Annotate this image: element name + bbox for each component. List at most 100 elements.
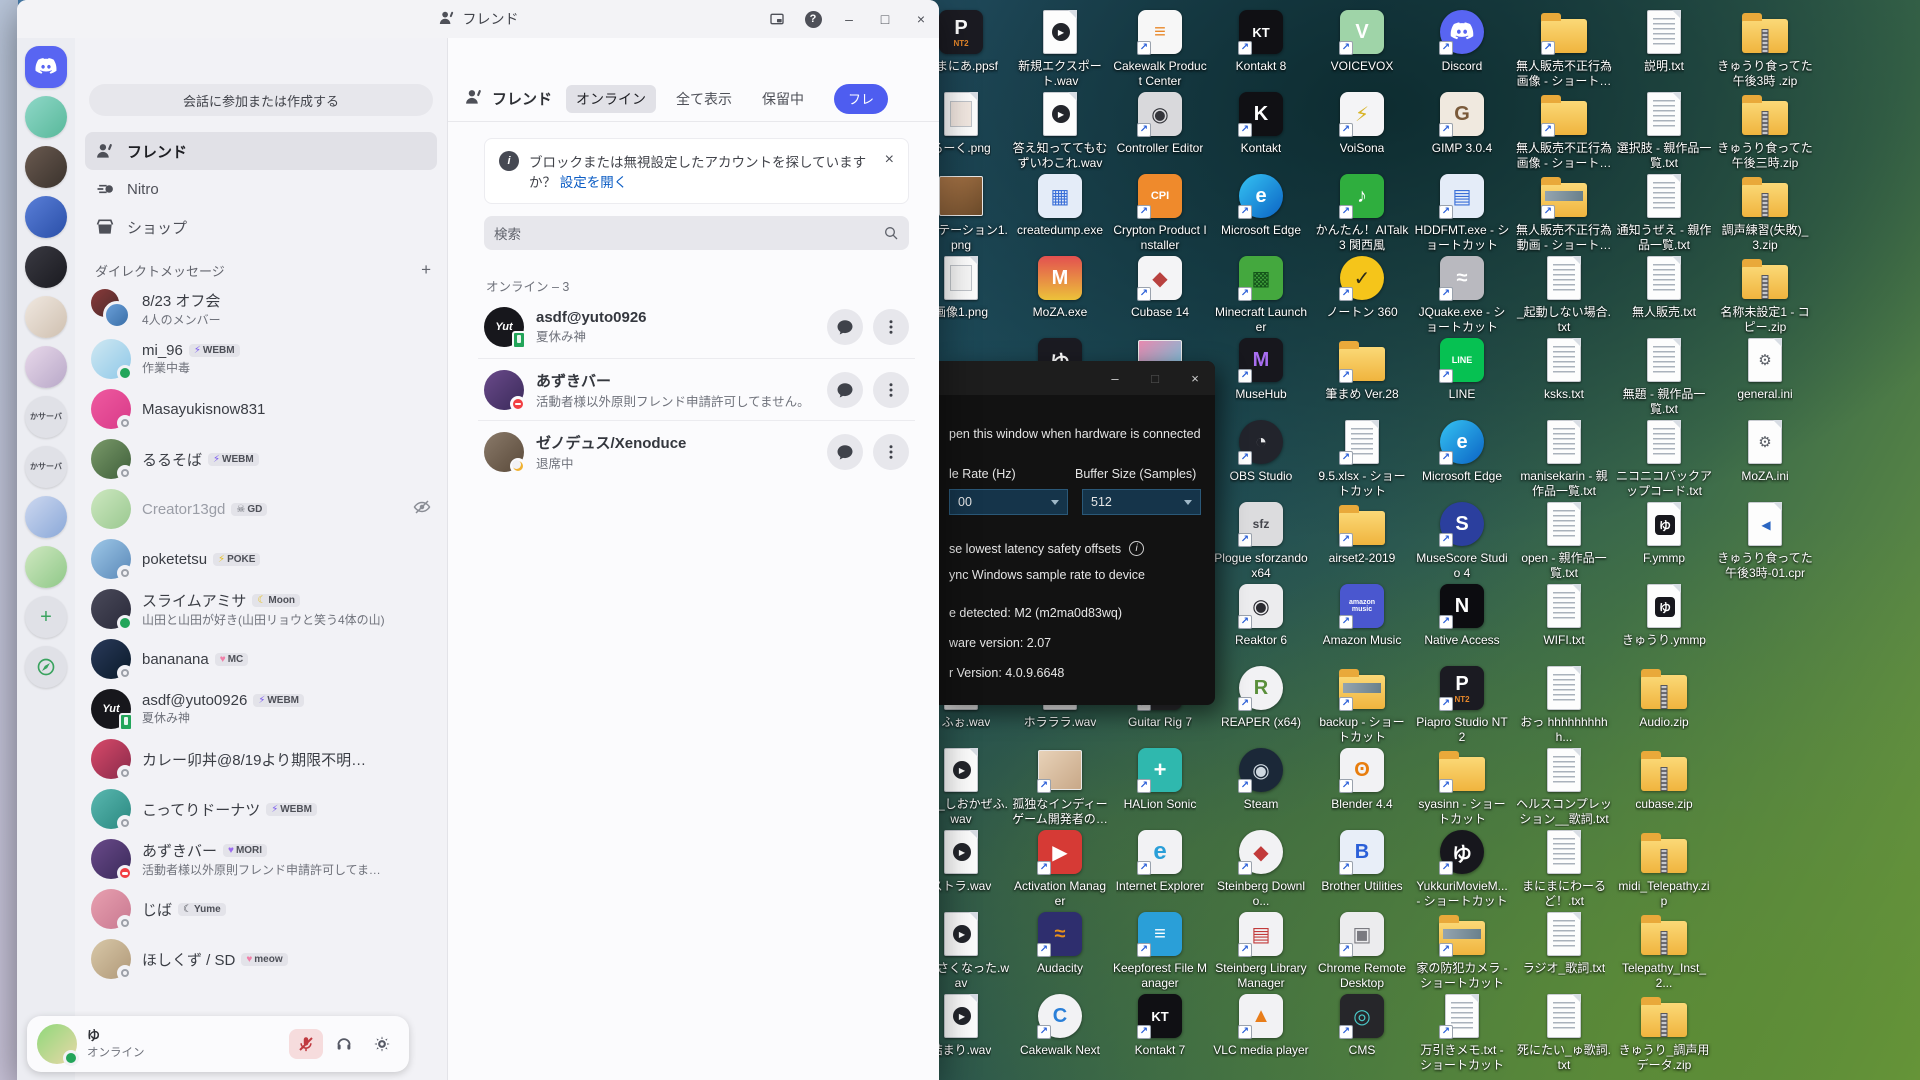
- tab-全て表示[interactable]: 全て表示: [666, 85, 742, 113]
- desktop-icon[interactable]: ◀きゅうり食ってた午後3時-01.cpr: [1717, 500, 1813, 581]
- desktop-icon[interactable]: ↗backup - ショートカット: [1314, 664, 1410, 745]
- desktop-icon[interactable]: M↗MuseHub: [1213, 336, 1309, 402]
- desktop-icon[interactable]: amazon music↗Amazon Music: [1314, 582, 1410, 648]
- dm-list-item[interactable]: こってりドーナツ⚡WEBM: [83, 784, 439, 834]
- dm-list-item[interactable]: Masayukisnow831: [83, 384, 439, 434]
- desktop-icon[interactable]: PNT2↗Piapro Studio NT2: [1414, 664, 1510, 745]
- desktop-icon[interactable]: ≡↗Cakewalk Product Center: [1112, 8, 1208, 89]
- desktop-icon[interactable]: open - 親作品一覧.txt: [1516, 500, 1612, 581]
- dm-list-item[interactable]: mi_96⚡WEBM作業中毒: [83, 334, 439, 384]
- more-options-button[interactable]: [873, 372, 909, 408]
- desktop-icon[interactable]: ↗家の防犯カメラ - ショートカット: [1414, 910, 1510, 991]
- dm-list-item[interactable]: るるそば⚡WEBM: [83, 434, 439, 484]
- desktop-icon[interactable]: ⚡↗VoiSona: [1314, 90, 1410, 156]
- desktop-icon[interactable]: 調声練習(失敗)_3.zip: [1717, 172, 1813, 253]
- desktop-icon[interactable]: ≈↗JQuake.exe - ショートカット: [1414, 254, 1510, 335]
- desktop-icon[interactable]: ▲↗VLC media player: [1213, 992, 1309, 1058]
- friend-row[interactable]: ゼノデュス/Xenoduce退席中: [478, 420, 915, 482]
- settings-gear-button[interactable]: [365, 1029, 399, 1059]
- desktop-icon[interactable]: R↗REAPER (x64): [1213, 664, 1309, 730]
- desktop-icon[interactable]: ↗無人販売不正行為画像 - ショートカット: [1516, 90, 1612, 171]
- desktop-icon[interactable]: 名称未設定1 - コピー.zip: [1717, 254, 1813, 335]
- tab-オンライン[interactable]: オンライン: [566, 85, 656, 113]
- desktop-icon[interactable]: ラジオ_歌詞.txt: [1516, 910, 1612, 976]
- desktop-icon[interactable]: N↗Native Access: [1414, 582, 1510, 648]
- desktop-icon[interactable]: ◔↗OBS Studio: [1213, 418, 1309, 484]
- desktop-icon[interactable]: manisekarin - 親作品一覧.txt: [1516, 418, 1612, 499]
- desktop-icon[interactable]: KT↗Kontakt 8: [1213, 8, 1309, 74]
- desktop-icon[interactable]: midi_Telepathy.zip: [1616, 828, 1712, 909]
- desktop-icon[interactable]: C↗Cakewalk Next: [1012, 992, 1108, 1058]
- desktop-icon[interactable]: KT↗Kontakt 7: [1112, 992, 1208, 1058]
- desktop-icon[interactable]: ⚙MoZA.ini: [1717, 418, 1813, 484]
- desktop-icon[interactable]: G↗GIMP 3.0.4: [1414, 90, 1510, 156]
- desktop-icon[interactable]: ▤↗Steinberg Library Manager: [1213, 910, 1309, 991]
- desktop-icon[interactable]: _起動しない場合.txt: [1516, 254, 1612, 335]
- desktop-icon[interactable]: きゅうり_調声用データ.zip: [1616, 992, 1712, 1073]
- desktop-icon[interactable]: 無人販売.txt: [1616, 254, 1712, 320]
- buffer-size-select[interactable]: 512: [1082, 489, 1201, 515]
- discord-titlebar[interactable]: フレンド ? – □ ×: [17, 0, 939, 38]
- info-close-icon[interactable]: ×: [885, 151, 894, 169]
- server-icon[interactable]: かサーバ: [25, 446, 67, 488]
- desktop-icon[interactable]: ニコニコバックアップコード.txt: [1616, 418, 1712, 499]
- desktop-icon[interactable]: LINE↗LINE: [1414, 336, 1510, 402]
- desktop-icon[interactable]: ゆ↗YukkuriMovieM... - ショートカット: [1414, 828, 1510, 909]
- dm-list-item[interactable]: じば☾Yume: [83, 884, 439, 934]
- deafen-button[interactable]: [327, 1029, 361, 1059]
- message-button[interactable]: [827, 309, 863, 345]
- desktop-icon[interactable]: おっ hhhhhhhhhh...: [1516, 664, 1612, 745]
- desktop-icon[interactable]: 無題 - 親作品一覧.txt: [1616, 336, 1712, 417]
- desktop-icon[interactable]: ksks.txt: [1516, 336, 1612, 402]
- desktop-icon[interactable]: ↗9.5.xlsx - ショートカット: [1314, 418, 1410, 499]
- add-server-button[interactable]: +: [25, 596, 67, 638]
- desktop-icon[interactable]: ʘ↗Blender 4.4: [1314, 746, 1410, 812]
- desktop-icon[interactable]: ゆきゅうり.ymmp: [1616, 582, 1712, 648]
- server-icon[interactable]: [25, 546, 67, 588]
- desktop-icon[interactable]: ↗syasinn - ショートカット: [1414, 746, 1510, 827]
- desktop-icon[interactable]: Telepathy_Inst_2...: [1616, 910, 1712, 991]
- desktop-icon[interactable]: ヘルスコンプレッション__歌詞.txt: [1516, 746, 1612, 827]
- desktop-icon[interactable]: CPI↗Crypton Product Installer: [1112, 172, 1208, 253]
- desktop-icon[interactable]: S↗MuseScore Studio 4: [1414, 500, 1510, 581]
- desktop-icon[interactable]: cubase.zip: [1616, 746, 1712, 812]
- more-options-button[interactable]: [873, 309, 909, 345]
- explore-servers-button[interactable]: [25, 646, 67, 688]
- server-icon[interactable]: [25, 496, 67, 538]
- server-icon[interactable]: かサーバ: [25, 396, 67, 438]
- desktop-icon[interactable]: ▤↗HDDFMT.exe - ショートカット: [1414, 172, 1510, 253]
- desktop-icon[interactable]: 死にたい_ゅ歌詞.txt: [1516, 992, 1612, 1073]
- desktop-icon[interactable]: 通知うぜえ - 親作品一覧.txt: [1616, 172, 1712, 253]
- desktop-icon[interactable]: ▣↗Chrome Remote Desktop: [1314, 910, 1410, 991]
- desktop-icon[interactable]: +↗HALion Sonic: [1112, 746, 1208, 812]
- sync-sample-rate-label[interactable]: ync Windows sample rate to device: [949, 568, 1201, 582]
- friends-search-input[interactable]: 検索: [484, 216, 909, 250]
- tab-保留中[interactable]: 保留中: [752, 85, 814, 113]
- dm-list-item[interactable]: Yutasdf@yuto0926⚡WEBM夏休み神: [83, 684, 439, 734]
- desktop-icon[interactable]: 選択肢 - 親作品一覧.txt: [1616, 90, 1712, 171]
- desktop-icon[interactable]: ▶↗Activation Manager: [1012, 828, 1108, 909]
- dm-list-item[interactable]: poketetsu⚡POKE: [83, 534, 439, 584]
- desktop-icon[interactable]: ◎↗CMS: [1314, 992, 1410, 1058]
- desktop-icon[interactable]: きゅうり食ってた午後三時.zip: [1717, 90, 1813, 171]
- desktop-icon[interactable]: ⚙general.ini: [1717, 336, 1813, 402]
- desktop-icon[interactable]: ↗無人販売不正行為画像 - ショートカッ...: [1516, 8, 1612, 89]
- server-icon[interactable]: [25, 246, 67, 288]
- friend-row[interactable]: Yutasdf@yuto0926夏休み神: [478, 296, 915, 358]
- desktop-icon[interactable]: ◉↗Steam: [1213, 746, 1309, 812]
- microphone-muted-button[interactable]: [289, 1029, 323, 1059]
- desktop-icon[interactable]: ▶新規エクスポート.wav: [1012, 8, 1108, 89]
- server-icon[interactable]: [25, 96, 67, 138]
- home-button[interactable]: [25, 46, 67, 88]
- desktop-icon[interactable]: ◆↗Steinberg Downlo...: [1213, 828, 1309, 909]
- add-friend-button[interactable]: フレ: [834, 84, 888, 114]
- desktop-icon[interactable]: ▦createdump.exe: [1012, 172, 1108, 238]
- desktop-icon[interactable]: ≡↗Keepforest File Manager: [1112, 910, 1208, 991]
- desktop-icon[interactable]: ▶答え知っててもむずいわこれ.wav: [1012, 90, 1108, 171]
- dm-list-item[interactable]: bananana♥MC: [83, 634, 439, 684]
- desktop-icon[interactable]: ✓↗ノートン 360: [1314, 254, 1410, 320]
- desktop-icon[interactable]: ≈↗Audacity: [1012, 910, 1108, 976]
- more-options-button[interactable]: [873, 434, 909, 470]
- dm-list-item[interactable]: カレー卯丼@8/19より期限不明活動…: [83, 734, 439, 784]
- desktop-icon[interactable]: ▩↗Minecraft Launcher: [1213, 254, 1309, 335]
